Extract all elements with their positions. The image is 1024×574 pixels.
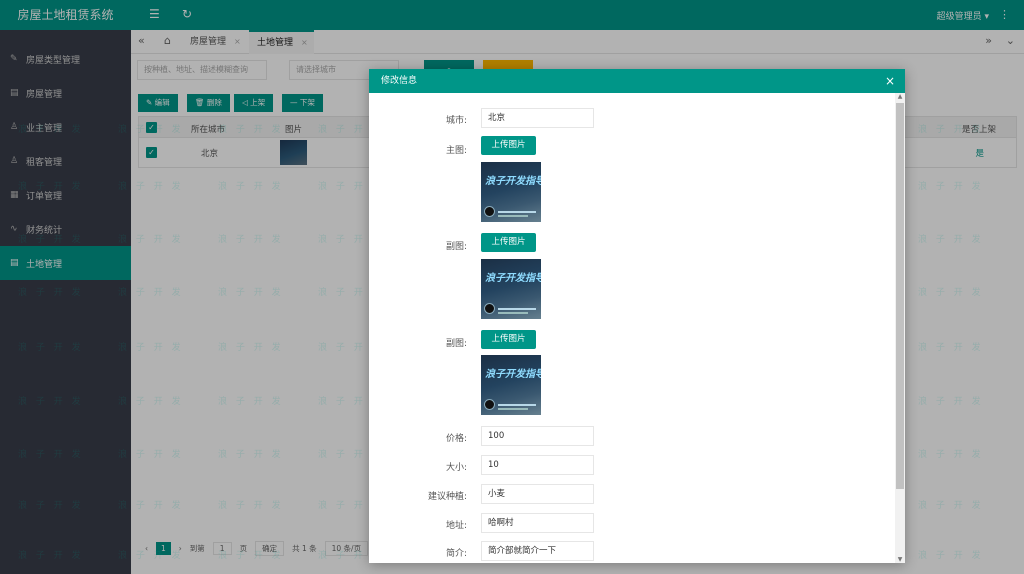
preview-line (498, 308, 536, 310)
crop-label: 建议种植: (427, 492, 467, 502)
intro-label: 简介: (445, 549, 467, 559)
preview-logo (484, 303, 495, 314)
scrollbar-thumb[interactable] (896, 103, 904, 489)
address-field[interactable]: 哈啊村 (481, 513, 594, 533)
size-field[interactable]: 10 (481, 455, 594, 475)
address-label: 地址: (445, 521, 467, 531)
preview-title: 浪子开发指导 (485, 369, 541, 380)
main-image-label: 主图: (445, 146, 467, 156)
preview-line (498, 312, 528, 314)
size-label: 大小: (445, 463, 467, 473)
intro-field[interactable]: 简介部就简介一下 (481, 541, 594, 561)
upload-sub1-button[interactable]: 上传图片 (481, 233, 536, 252)
price-label: 价格: (445, 434, 467, 444)
preview-line (498, 211, 536, 213)
preview-line (498, 404, 536, 406)
sub-image-2-label: 副图: (445, 339, 467, 349)
city-field[interactable]: 北京 (481, 108, 594, 128)
preview-line (498, 408, 528, 410)
upload-main-button[interactable]: 上传图片 (481, 136, 536, 155)
sub-image-1-preview: 浪子开发指导 (481, 259, 541, 319)
preview-title: 浪子开发指导 (485, 176, 541, 187)
scroll-down-icon[interactable]: ▼ (895, 556, 905, 563)
preview-line (498, 215, 528, 217)
close-icon[interactable]: × (885, 69, 895, 93)
edit-modal: 修改信息 × 城市: 北京 主图: 上传图片 浪子开发指导 副图: 上传图片 浪… (369, 69, 905, 563)
sub-image-1-label: 副图: (445, 242, 467, 252)
modal-header: 修改信息 × (369, 69, 905, 93)
modal-title: 修改信息 (381, 76, 418, 86)
main-image-preview: 浪子开发指导 (481, 162, 541, 222)
city-label: 城市: (445, 116, 467, 126)
crop-field[interactable]: 小麦 (481, 484, 594, 504)
preview-title: 浪子开发指导 (485, 273, 541, 284)
preview-logo (484, 399, 495, 410)
scroll-up-icon[interactable]: ▲ (895, 93, 905, 100)
price-field[interactable]: 100 (481, 426, 594, 446)
preview-logo (484, 206, 495, 217)
modal-body: 城市: 北京 主图: 上传图片 浪子开发指导 副图: 上传图片 浪子开发指导 副… (369, 93, 905, 563)
modal-scrollbar[interactable]: ▲ ▼ (895, 93, 905, 563)
sub-image-2-preview: 浪子开发指导 (481, 355, 541, 415)
upload-sub2-button[interactable]: 上传图片 (481, 330, 536, 349)
